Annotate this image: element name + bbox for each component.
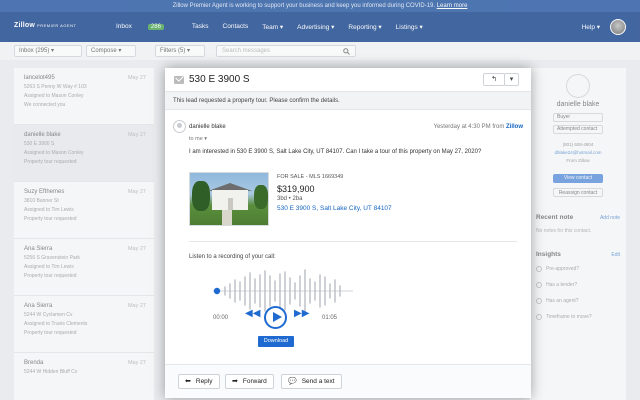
reply-arrow-icon: ⬅	[185, 378, 191, 385]
send-text-button[interactable]: 💬 Send a text	[281, 374, 342, 389]
reassign-contact-button[interactable]: Reassign contact	[553, 188, 603, 197]
sender-name: danielle blake	[189, 124, 226, 130]
nav-listings[interactable]: Listings ▾	[396, 23, 423, 31]
insights-edit-link[interactable]: Edit	[611, 252, 620, 258]
no-notes-text: No notes for this contact.	[536, 228, 592, 234]
playhead[interactable]	[213, 287, 221, 295]
insight-icon	[536, 314, 542, 320]
insight-icon	[536, 266, 542, 272]
listing-photo[interactable]	[189, 172, 269, 226]
inbox-count-badge: 286	[147, 24, 164, 30]
recipient-dropdown[interactable]: to me ▾	[189, 136, 207, 142]
tour-request-note: This lead requested a property tour. Ple…	[165, 92, 531, 110]
listing-address-link[interactable]: 530 E 3900 S, Salt Lake City, UT 84107	[277, 205, 392, 212]
top-navigation: Zillow PREMIER AGENT Inbox 286 Tasks Conta…	[0, 12, 640, 42]
audio-waveform[interactable]	[213, 268, 353, 314]
divider	[189, 241, 517, 242]
contact-email[interactable]: dblake24@hotmail.com	[530, 150, 626, 155]
nav-right: Help ▾	[582, 19, 626, 35]
insight-item: Pre-approved?	[536, 266, 579, 272]
modal-footer: ⬅ Reply ➡ Forward 💬 Send a text	[165, 364, 531, 398]
nav-inbox[interactable]: Inbox 286	[116, 23, 178, 31]
filters-button[interactable]: Filters (5) ▾	[155, 45, 205, 57]
list-item[interactable]: Ana Sierra May 27 5256 S Gravenstein Park…	[14, 239, 154, 296]
list-item[interactable]: Suzy Efthemes May 27 3810 Banner St Assign…	[14, 182, 154, 239]
contact-avatar	[566, 74, 590, 98]
insight-icon	[536, 298, 542, 304]
listing-price: $319,900	[277, 184, 315, 194]
main-nav: Inbox 286 Tasks Contacts Team ▾ Advertisi…	[116, 23, 437, 31]
time-elapsed: 00:00	[213, 315, 229, 321]
contact-phone[interactable]: (801) 608-4804	[530, 142, 626, 147]
forward-arrow-icon: ➡	[232, 378, 238, 385]
message-body: I am interested in 530 E 3900 S, Salt La…	[189, 149, 482, 155]
contact-name: danielle blake	[556, 101, 600, 108]
modal-title: 530 E 3900 S	[189, 74, 250, 85]
list-item[interactable]: Ana Sierra May 27 5244 W Cyclamen Cv Assig…	[14, 296, 154, 353]
message-timestamp: Yesterday at 4:30 PM from Zillow	[433, 124, 524, 130]
insight-item: Has a lender?	[536, 282, 577, 288]
reply-button[interactable]: ⬅ Reply	[178, 374, 220, 389]
list-item-selected[interactable]: danielle blake May 27 530 E 3900 S Assigne…	[14, 125, 154, 182]
chat-bubble-icon: 💬	[288, 378, 297, 385]
inbox-toolbar: Inbox (295) ▾ Compose ▾ Filters (5) ▾ Se…	[0, 42, 640, 60]
listing-status: FOR SALE - MLS 1669349	[277, 174, 344, 180]
rewind-icon[interactable]: ◀◀	[245, 308, 260, 319]
compose-button[interactable]: Compose ▾	[86, 45, 136, 57]
list-item[interactable]: lancelot495 May 27 5263 S Penny W Way # 1…	[14, 68, 154, 125]
help-menu[interactable]: Help ▾	[582, 23, 600, 31]
envelope-icon	[174, 76, 184, 84]
list-item[interactable]: Brenda May 27 5244 W Hidden Bluff Cv	[14, 353, 154, 400]
modal-header: 530 E 3900 S ↰ ▾	[165, 68, 531, 92]
covid-banner: Zillow Premier Agent is working to suppo…	[0, 0, 640, 12]
time-total: 01:05	[322, 315, 338, 321]
search-input[interactable]: Search messages	[216, 45, 356, 57]
nav-reporting[interactable]: Reporting ▾	[348, 23, 381, 31]
nav-team[interactable]: Team ▾	[262, 23, 283, 31]
search-icon[interactable]	[343, 48, 350, 55]
add-note-link[interactable]: Add note	[600, 215, 620, 221]
banner-learn-more-link[interactable]: Learn more	[437, 3, 468, 9]
inbox-filter-dropdown[interactable]: Inbox (295) ▾	[14, 45, 82, 57]
sender-avatar-icon	[173, 120, 186, 133]
nav-tasks[interactable]: Tasks	[192, 23, 209, 31]
fast-forward-icon[interactable]: ▶▶	[294, 308, 309, 319]
forward-button[interactable]: ➡ Forward	[225, 374, 274, 389]
user-avatar[interactable]	[610, 19, 626, 35]
insight-item: Has an agent?	[536, 298, 579, 304]
recording-label: Listen to a recording of your call:	[189, 254, 276, 260]
contact-role-select[interactable]: Buyer	[553, 113, 603, 122]
recent-note-title: Recent note	[536, 214, 574, 221]
message-modal: 530 E 3900 S ↰ ▾ This lead requested a p…	[165, 68, 531, 398]
insight-item: Timeframe to move?	[536, 314, 592, 320]
insight-icon	[536, 282, 542, 288]
banner-text: Zillow Premier Agent is working to suppo…	[172, 3, 436, 9]
contact-panel: danielle blake Buyer Attempted contact (…	[530, 68, 626, 400]
view-contact-button[interactable]: View contact	[553, 174, 603, 183]
nav-contacts[interactable]: Contacts	[223, 23, 249, 31]
chevron-down-icon[interactable]: ▾	[504, 73, 519, 86]
contact-source: From Zillow	[566, 158, 590, 163]
zillow-source-label: Zillow	[506, 124, 523, 130]
insights-title: Insights	[536, 251, 561, 258]
nav-advertising[interactable]: Advertising ▾	[297, 23, 334, 31]
play-icon[interactable]	[264, 306, 287, 329]
contact-status-select[interactable]: Attempted contact	[553, 125, 603, 134]
message-list: lancelot495 May 27 5263 S Penny W Way # 1…	[14, 68, 154, 400]
download-button[interactable]: Download	[258, 336, 294, 347]
listing-beds-baths: 3bd • 2ba	[277, 196, 303, 202]
zillow-logo[interactable]: Zillow PREMIER AGENT	[14, 22, 76, 29]
reply-icon[interactable]: ↰	[483, 73, 505, 86]
